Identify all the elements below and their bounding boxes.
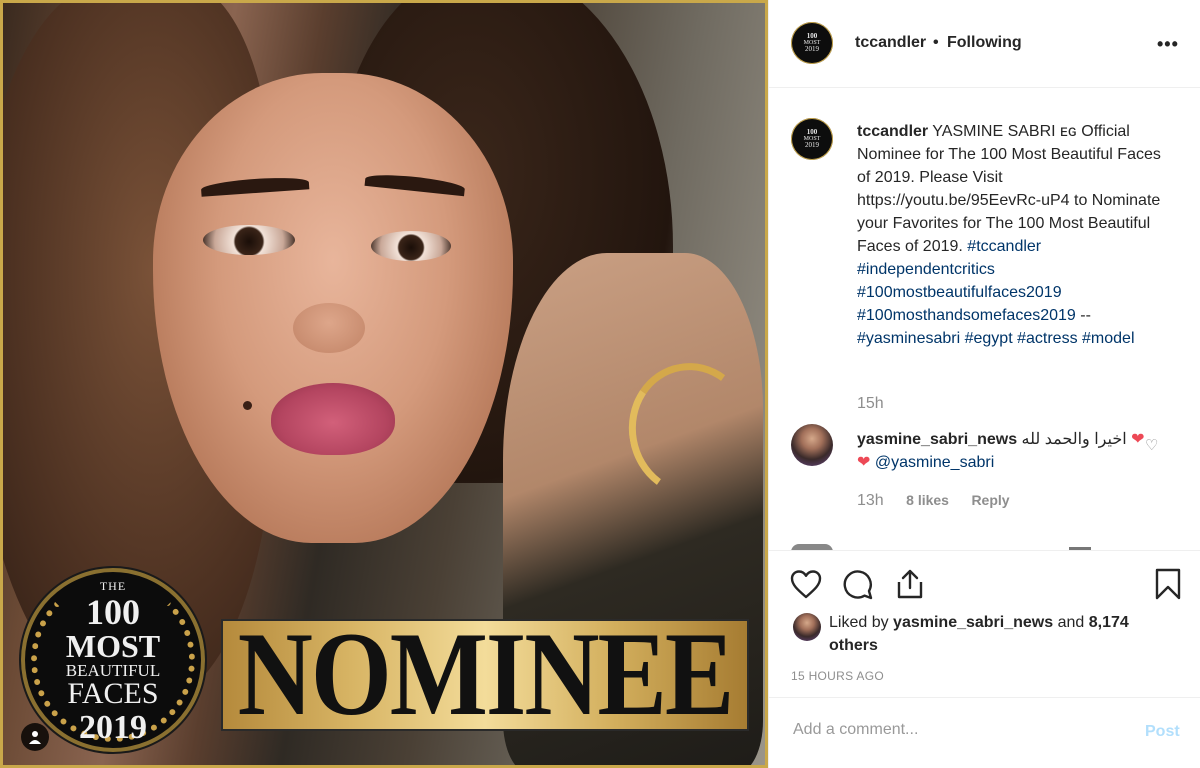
comment-avatar[interactable] (791, 424, 833, 466)
post-header: 100 MOST 2019 tccandler • Following ••• (769, 0, 1200, 88)
header-separator: • (933, 34, 939, 51)
hashtag[interactable]: #actress (1017, 330, 1077, 347)
share-icon (897, 569, 923, 599)
avatar-line-1: 100 (806, 128, 818, 136)
liked-by-text: Liked by yasmine_sabri_news and 8,174 ot… (829, 611, 1149, 657)
comment: yasmine_sabri_news اخيرا والحمد لله ❤❤ @… (857, 428, 1147, 474)
caption-text: YASMINE SABRI ᴇɢ Official Nominee for Th… (857, 123, 1161, 255)
nominee-banner: NOMINEE (221, 615, 749, 734)
post-sidebar: 100 MOST 2019 tccandler • Following ••• … (768, 0, 1200, 768)
hashtag[interactable]: #yasminesabri (857, 330, 960, 347)
comments-section[interactable]: 100 MOST 2019 tccandler YASMINE SABRI ᴇɢ… (769, 88, 1200, 550)
comment-likes[interactable]: 8 likes (906, 492, 949, 508)
lips (271, 383, 395, 455)
comment-input[interactable] (791, 720, 1115, 740)
reply-button[interactable]: Reply (971, 492, 1009, 508)
tagged-users-button[interactable] (21, 723, 49, 751)
heart-icon (790, 570, 822, 599)
liked-and: and (1057, 614, 1085, 631)
mole (243, 401, 252, 410)
badge-line-5: FACES (67, 677, 159, 710)
liked-prefix: Liked by (829, 614, 889, 631)
avatar-line-3: 2019 (805, 45, 819, 53)
post-button[interactable]: Post (1145, 723, 1180, 741)
post-actions: Liked by yasmine_sabri_news and 8,174 ot… (769, 550, 1200, 696)
hashtag[interactable]: #model (1082, 330, 1134, 347)
hashtag[interactable]: #independentcritics (857, 261, 995, 278)
caption-avatar[interactable]: 100 MOST 2019 (791, 118, 833, 160)
post-caption: tccandler YASMINE SABRI ᴇɢ Official Nomi… (857, 120, 1162, 350)
badge-line-1: THE (99, 579, 127, 593)
comment-mention[interactable]: @yasmine_sabri (875, 454, 994, 471)
following-button[interactable]: Following (947, 34, 1022, 52)
hashtag[interactable]: #100mostbeautifulfaces2019 (857, 284, 1062, 301)
save-button[interactable] (1151, 567, 1185, 601)
comment-like-icon[interactable]: ♡ (1145, 436, 1158, 454)
award-badge: THE 100 MOST BEAUTIFUL FACES 2019 (21, 568, 205, 752)
right-eye (371, 231, 451, 261)
avatar-line-1: 100 (806, 32, 818, 40)
hashtag[interactable]: #100mosthandsomefaces2019 (857, 307, 1076, 324)
badge-line-3: MOST (65, 628, 161, 664)
comment-username[interactable]: yasmine_sabri_news (857, 431, 1017, 448)
comment-bubble-icon (843, 570, 873, 600)
caption-username[interactable]: tccandler (857, 123, 928, 140)
header-username[interactable]: tccandler (855, 34, 926, 52)
caption-dashes: -- (1080, 307, 1091, 324)
hashtag[interactable]: #tccandler (967, 238, 1041, 255)
comment-meta: 13h 8 likes Reply (857, 492, 1010, 510)
liked-by-user[interactable]: yasmine_sabri_news (893, 614, 1053, 631)
nominee-text: NOMINEE (237, 608, 734, 741)
liked-by-avatar[interactable] (793, 613, 821, 641)
add-comment-bar: Post (769, 697, 1200, 768)
comment-button[interactable] (841, 567, 875, 601)
nose (293, 303, 365, 353)
comment-text: اخيرا والحمد لله (1021, 431, 1127, 448)
avatar-line-3: 2019 (805, 141, 819, 149)
header-avatar[interactable]: 100 MOST 2019 (791, 22, 833, 64)
caption-timestamp[interactable]: 15h (857, 395, 884, 413)
bookmark-icon (1155, 568, 1181, 600)
left-eye (203, 225, 295, 255)
share-button[interactable] (893, 567, 927, 601)
badge-line-2: 100 (86, 592, 140, 632)
like-button[interactable] (789, 567, 823, 601)
comment-timestamp[interactable]: 13h (857, 492, 884, 509)
hashtag[interactable]: #egypt (965, 330, 1013, 347)
post-image[interactable]: THE 100 MOST BEAUTIFUL FACES 2019 NOMINE… (0, 0, 768, 768)
more-options-icon[interactable]: ••• (1157, 34, 1179, 55)
user-icon (29, 731, 41, 744)
post-time-ago[interactable]: 15 HOURS AGO (791, 669, 884, 683)
